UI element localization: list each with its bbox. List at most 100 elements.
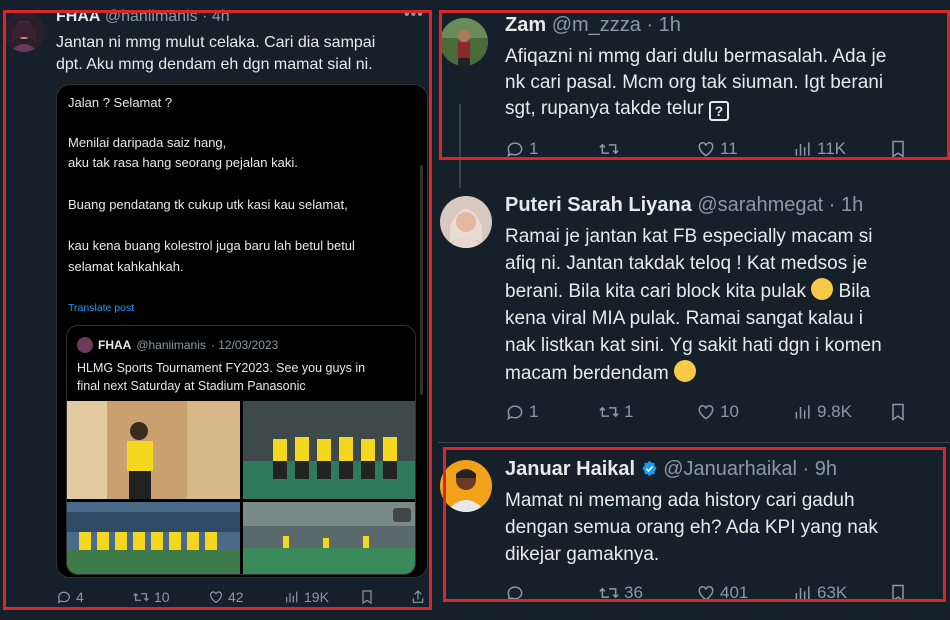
views-icon: [286, 591, 298, 603]
bookmark-icon: [892, 140, 904, 158]
reply-body: Ramai je jantan kat FB especially macam …: [505, 224, 882, 388]
tweet-line: dpt. Aku mmg dendam eh dgn mamat sial ni…: [56, 56, 373, 74]
reply-avatar[interactable]: [440, 18, 488, 66]
quote-header: FHAA @haniimanis · 12/03/2023: [77, 337, 278, 353]
like-button[interactable]: 11: [696, 139, 738, 159]
like-count: 10: [720, 402, 739, 421]
like-button[interactable]: 10: [696, 402, 739, 422]
laughing-emoji-icon: [811, 277, 834, 300]
reply-icon: [57, 591, 70, 604]
reply-author-name[interactable]: Januar Haikal: [505, 458, 635, 480]
reply-time[interactable]: · 1h: [829, 194, 863, 216]
heart-icon: [698, 585, 714, 601]
quoted-tweet[interactable]: FHAA @haniimanis · 12/03/2023 HLMG Sport…: [66, 325, 416, 575]
repost-button[interactable]: 1: [598, 402, 633, 422]
reply-author-handle[interactable]: @m_zzza: [552, 14, 641, 36]
author-name[interactable]: FHAA: [56, 8, 100, 25]
like-button[interactable]: 401: [696, 583, 748, 603]
translate-post-link[interactable]: Translate post: [68, 302, 134, 314]
bookmark-button[interactable]: [889, 139, 907, 159]
card-line: aku tak rasa hang seorang pejalan kaki.: [68, 155, 298, 170]
views-count: 9.8K: [817, 402, 852, 421]
reply-body: Afiqazni ni mmg dari dulu bermasalah. Ad…: [505, 44, 886, 123]
like-count: 11: [720, 139, 738, 158]
reply-avatar[interactable]: [440, 460, 492, 512]
views-button[interactable]: 19K: [284, 589, 329, 605]
views-count: 19K: [304, 589, 329, 605]
left-tweet-panel: FHAA @haniimanis · 4h ••• Jantan ni mmg …: [0, 0, 436, 620]
reply-author-name[interactable]: Puteri Sarah Liyana: [505, 194, 692, 216]
quote-line: final next Saturday at Stadium Panasonic: [77, 378, 306, 393]
repost-icon: [599, 587, 619, 599]
reply-author-handle[interactable]: @sarahmegat: [697, 194, 823, 216]
reply-line: Mamat ni memang ada history cari gaduh: [505, 490, 855, 511]
photo-4[interactable]: [243, 502, 415, 574]
bookmark-icon: [892, 403, 904, 421]
reply-header: Januar Haikal @Januarhaikal · 9h: [505, 458, 837, 481]
more-options-icon[interactable]: •••: [404, 6, 424, 24]
repost-button[interactable]: 10: [132, 589, 170, 605]
verified-badge-icon: [642, 460, 657, 477]
reply-time[interactable]: · 9h: [802, 458, 836, 480]
unknown-glyph-icon: ?: [708, 101, 729, 122]
author-handle[interactable]: @haniimanis: [105, 8, 198, 25]
bookmark-icon: [362, 590, 372, 605]
views-button[interactable]: 9.8K: [793, 402, 852, 422]
repost-count: 1: [624, 402, 634, 421]
reply-button[interactable]: 1: [505, 402, 538, 422]
reply-icon: [507, 405, 523, 421]
reply-time[interactable]: · 1h: [646, 14, 680, 36]
reply-line: macam berdendam: [505, 362, 669, 384]
card-line: Jalan ? Selamat ?: [68, 95, 173, 110]
author-avatar[interactable]: [4, 12, 44, 52]
bookmark-button[interactable]: [360, 589, 374, 605]
photo-3[interactable]: [67, 502, 240, 574]
reply-separator: [438, 442, 950, 443]
views-count: 11K: [817, 139, 846, 158]
tweet-line: Jantan ni mmg mulut celaka. Cari dia sam…: [56, 34, 376, 51]
like-count: 42: [228, 589, 244, 605]
reply-line: Afiqazni ni mmg dari dulu bermasalah. Ad…: [505, 46, 887, 67]
reply-line: Ramai je jantan kat FB especially macam …: [505, 226, 873, 247]
repost-button[interactable]: [598, 139, 624, 159]
repost-button[interactable]: 36: [598, 583, 643, 603]
views-icon: [795, 142, 810, 156]
card-line: kau kena buang kolestrol juga baru lah b…: [68, 238, 355, 253]
reply-button[interactable]: [505, 583, 529, 603]
bookmark-button[interactable]: [889, 583, 907, 603]
reply-author-name[interactable]: Zam: [505, 14, 546, 36]
quote-author-handle: @haniimanis: [136, 338, 206, 352]
views-button[interactable]: 11K: [793, 139, 846, 159]
grinning-emoji-icon: [673, 359, 696, 382]
reply-line-tail: Bila: [838, 280, 871, 302]
reply-body: Mamat ni memang ada history cari gaduh d…: [505, 488, 878, 569]
reply-author-handle[interactable]: @Januarhaikal: [663, 458, 797, 480]
reply-icon: [507, 142, 523, 158]
like-button[interactable]: 42: [208, 589, 244, 605]
bookmark-button[interactable]: [889, 402, 907, 422]
reply-avatar[interactable]: [440, 196, 492, 248]
share-icon: [412, 590, 424, 603]
reply-line: berani. Bila kita cari block kita pulak: [505, 280, 806, 302]
reply-line: kena viral MIA pulak. Ramai sangat kalau…: [505, 307, 864, 329]
card-line: selamat kahkahkah.: [68, 259, 184, 274]
reply-count: 1: [529, 139, 539, 158]
reply-button[interactable]: 1: [505, 139, 538, 159]
repost-icon: [599, 143, 619, 155]
heart-icon: [698, 141, 714, 157]
repost-icon: [133, 592, 149, 602]
bookmark-icon: [892, 584, 904, 602]
photo-1[interactable]: [67, 401, 240, 499]
scrollbar[interactable]: [420, 165, 423, 395]
reply-count: 4: [76, 589, 84, 605]
embedded-screenshot-card[interactable]: Jalan ? Selamat ? Menilai daripada saiz …: [56, 84, 428, 578]
reply-button[interactable]: 4: [56, 589, 84, 605]
repost-count: 36: [624, 583, 643, 602]
share-button[interactable]: [411, 589, 425, 605]
views-button[interactable]: 63K: [793, 583, 847, 603]
reply-line: afiq ni. Jantan takdak teloq ! Kat medso…: [505, 252, 868, 274]
views-icon: [795, 586, 810, 600]
tweet-time[interactable]: · 4h: [202, 8, 230, 25]
reply-icon: [507, 586, 523, 602]
photo-2[interactable]: [243, 401, 415, 499]
